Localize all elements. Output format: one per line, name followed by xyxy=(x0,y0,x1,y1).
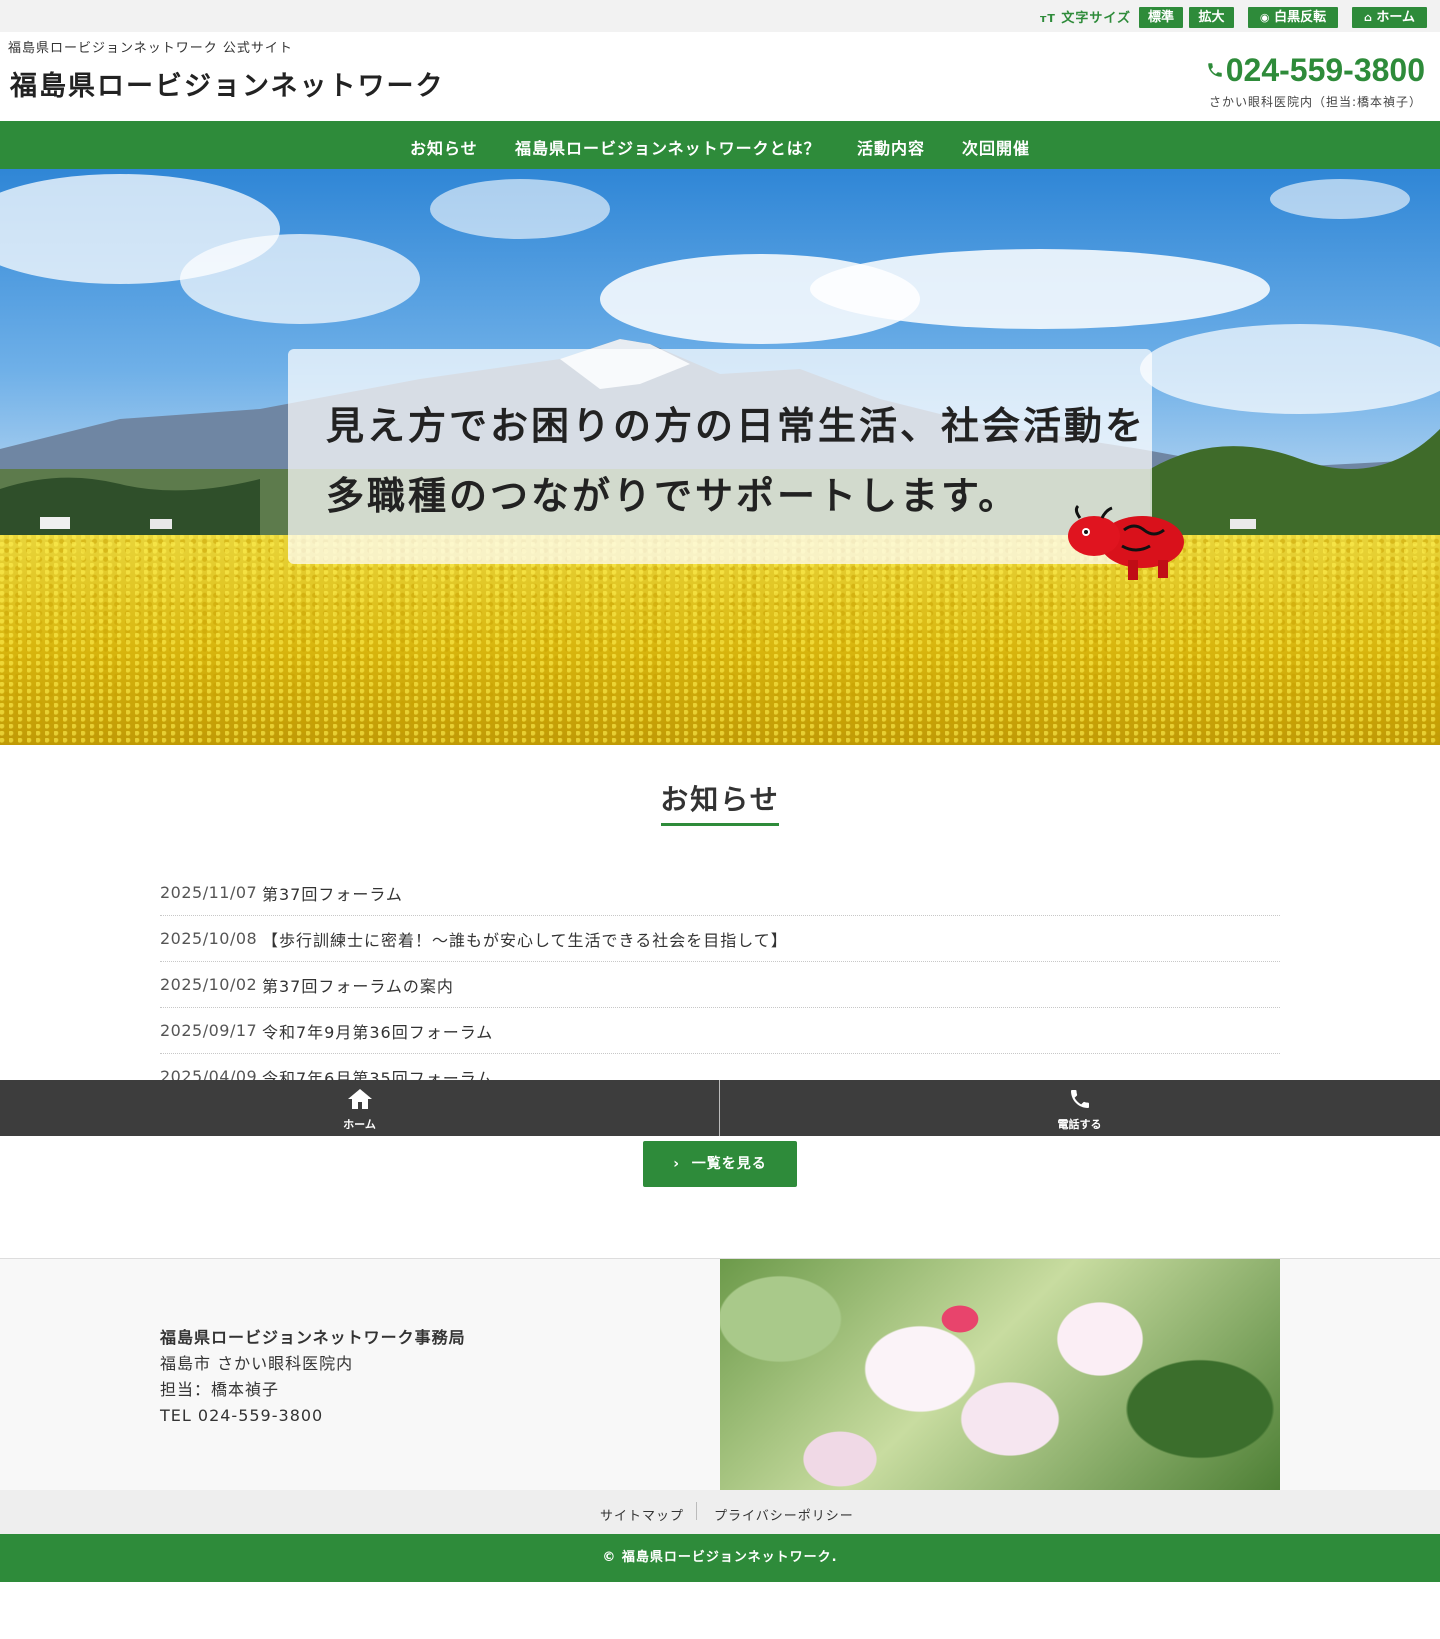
footer-contact-person: 担当：橋本禎子 xyxy=(160,1380,280,1399)
home-icon: ⌂ xyxy=(1363,11,1372,24)
fixed-action-bar: ホーム 電話する xyxy=(0,1080,1440,1136)
news-date: 2025/09/17 xyxy=(160,1021,258,1040)
nav-item-next-event[interactable]: 次回開催 xyxy=(962,135,1030,159)
site-header: 福島県ロービジョンネットワーク 公式サイト 福島県ロービジョンネットワーク 02… xyxy=(0,32,1440,121)
utility-home-button[interactable]: ⌂ ホーム xyxy=(1352,7,1427,28)
footer-flower-photo xyxy=(720,1259,1280,1491)
eye-icon: ◉ xyxy=(1259,11,1270,24)
news-item[interactable]: 2025/10/02 第37回フォーラムの案内 xyxy=(160,962,1280,1008)
news-title[interactable]: 【歩行訓練士に密着！〜誰もが安心して生活できる社会を目指して】 xyxy=(262,927,788,951)
news-title[interactable]: 第37回フォーラム xyxy=(262,881,403,905)
news-more-button[interactable]: › 一覧を見る xyxy=(643,1141,797,1187)
global-nav: お知らせ 福島県ロービジョンネットワークとは？ 活動内容 次回開催 xyxy=(0,121,1440,169)
news-item[interactable]: 2025/11/07 第37回フォーラム xyxy=(160,870,1280,916)
footer-org-name: 福島県ロービジョンネットワーク事務局 xyxy=(160,1328,466,1347)
hero-caption-box: 見え方でお困りの方の日常生活、社会活動を 多職種のつながりでサポートします。 xyxy=(288,349,1152,564)
nav-item-news[interactable]: お知らせ xyxy=(410,135,478,159)
news-item[interactable]: 2025/09/17 令和7年9月第36回フォーラム xyxy=(160,1008,1280,1054)
phone-note: さかい眼科医院内（担当:橋本禎子） xyxy=(1208,95,1422,109)
invert-colors-button[interactable]: ◉ 白黒反転 xyxy=(1248,7,1338,28)
phone-icon xyxy=(1070,1090,1089,1108)
text-size-icon: ᴛT xyxy=(1040,12,1056,25)
text-size-label: ᴛT 文字サイズ xyxy=(1040,11,1132,26)
footer-info: 福島県ロービジョンネットワーク事務局 福島市 さかい眼科医院内 担当：橋本禎子 … xyxy=(0,1258,1440,1491)
news-list: 2025/11/07 第37回フォーラム 2025/10/08 【歩行訓練士に密… xyxy=(160,870,1280,1100)
footer-link-divider xyxy=(696,1502,697,1520)
footer-address: 福島市 さかい眼科医院内 xyxy=(160,1354,354,1373)
fixbar-call-button[interactable]: 電話する xyxy=(720,1080,1439,1136)
news-heading-underline xyxy=(661,823,779,826)
utility-bar: ᴛT 文字サイズ 標準 拡大 ◉ 白黒反転 ⌂ ホーム xyxy=(0,0,1440,32)
news-item[interactable]: 2025/10/08 【歩行訓練士に密着！〜誰もが安心して生活できる社会を目指し… xyxy=(160,916,1280,962)
hero-line-2: 多職種のつながりでサポートします。 xyxy=(326,474,1020,518)
news-title[interactable]: 令和7年9月第36回フォーラム xyxy=(262,1019,493,1043)
phone-icon xyxy=(1207,63,1222,77)
news-date: 2025/10/02 xyxy=(160,975,258,994)
hero-line-1: 見え方でお困りの方の日常生活、社会活動を xyxy=(326,404,1147,448)
copyright: © 福島県ロービジョンネットワーク. xyxy=(0,1534,1440,1582)
rapeseed-field-image xyxy=(0,535,1440,745)
akabeko-red-cow-icon xyxy=(1068,504,1184,580)
footer-contact: 福島県ロービジョンネットワーク事務局 福島市 さかい眼科医院内 担当：橋本禎子 … xyxy=(160,1325,466,1429)
news-heading: お知らせ xyxy=(660,783,780,816)
news-date: 2025/10/08 xyxy=(160,929,258,948)
chevron-right-icon: › xyxy=(673,1156,681,1172)
nav-item-activities[interactable]: 活動内容 xyxy=(857,135,925,159)
hero-banner: 見え方でお困りの方の日常生活、社会活動を 多職種のつながりでサポートします。 xyxy=(0,169,1440,745)
home-icon xyxy=(347,1089,372,1109)
footer-links: サイトマップ プライバシーポリシー xyxy=(0,1490,1440,1534)
nav-item-about[interactable]: 福島県ロービジョンネットワークとは？ xyxy=(515,135,821,159)
text-size-standard-button[interactable]: 標準 xyxy=(1139,7,1183,28)
footer-tel: TEL 024-559-3800 xyxy=(160,1406,324,1425)
site-title[interactable]: 福島県ロービジョンネットワーク xyxy=(10,64,444,103)
site-tagline: 福島県ロービジョンネットワーク 公式サイト xyxy=(8,41,293,56)
footer-link-sitemap[interactable]: サイトマップ xyxy=(600,1505,684,1524)
header-phone[interactable]: 024-559-3800 xyxy=(1206,52,1425,89)
news-date: 2025/11/07 xyxy=(160,883,258,902)
news-title[interactable]: 第37回フォーラムの案内 xyxy=(262,973,454,997)
footer-link-privacy[interactable]: プライバシーポリシー xyxy=(714,1505,854,1524)
text-size-enlarge-button[interactable]: 拡大 xyxy=(1189,7,1234,28)
fixbar-home-button[interactable]: ホーム xyxy=(0,1080,719,1136)
